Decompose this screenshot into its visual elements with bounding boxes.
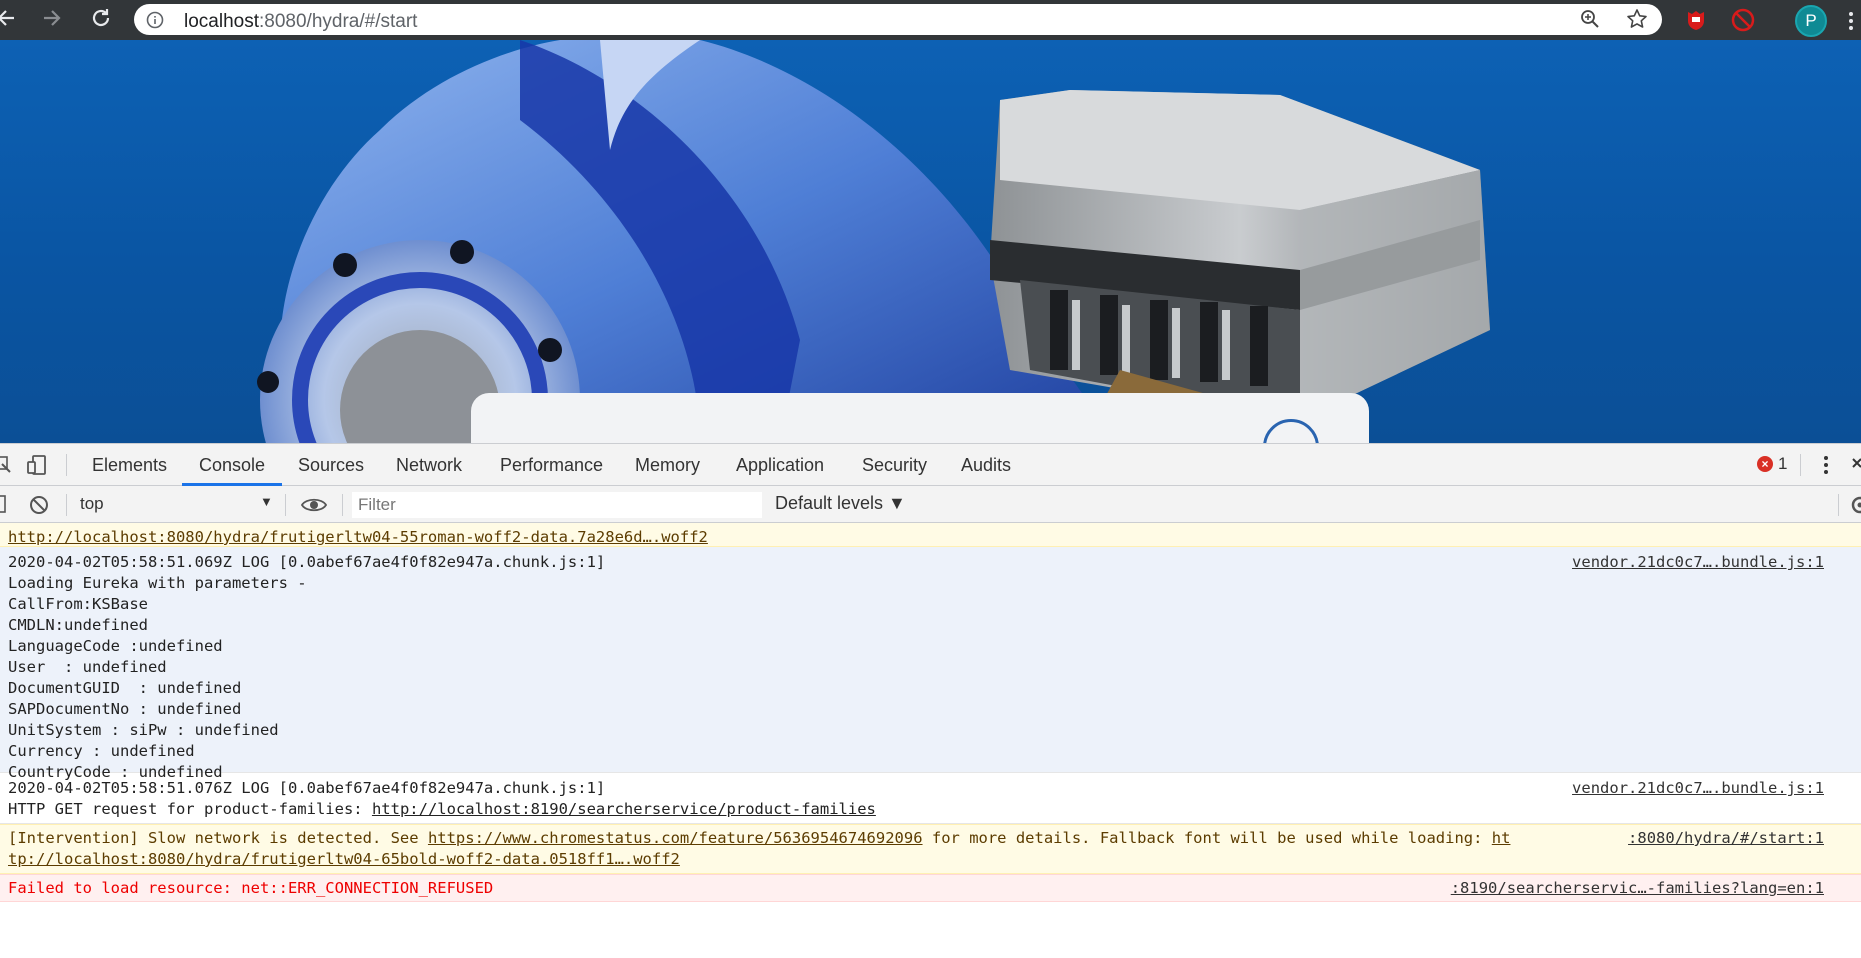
warning-middle: for more details. Fallback font will be … (922, 829, 1492, 847)
tab-elements[interactable]: Elements (92, 444, 167, 486)
error-count-badge[interactable]: × 1 (1757, 454, 1787, 474)
error-text: Failed to load resource: net::ERR_CONNEC… (8, 879, 494, 897)
toolbar-divider (285, 494, 286, 516)
clear-console-icon[interactable] (29, 495, 49, 520)
hero-image (257, 40, 1490, 443)
toolbar-divider (1838, 494, 1839, 516)
devtools-panel: Elements Console Sources Network Perform… (0, 443, 1861, 958)
log-timestamp: 2020-04-02T05:58:51.069Z LOG [0.0abef67a… (8, 553, 606, 571)
log-text: HTTP GET request for product-families: (8, 800, 372, 818)
web-page-hero (0, 40, 1861, 443)
console-settings-icon[interactable] (1848, 495, 1861, 520)
product-families-link[interactable]: http://localhost:8190/searcherservice/pr… (372, 800, 876, 818)
device-toolbar-icon[interactable] (26, 454, 48, 481)
font-url-link[interactable]: http://localhost:8080/hydra/frutigerltw0… (8, 528, 708, 546)
back-icon (0, 7, 17, 34)
warning-source-link[interactable]: :8080/hydra/#/start:1 (1628, 829, 1824, 847)
page-content-card (471, 393, 1369, 443)
log-line: SAPDocumentNo : undefined (8, 700, 242, 718)
error-source-link[interactable]: :8190/searcherservic…-families?lang=en:1 (1451, 879, 1824, 897)
console-message-log: 2020-04-02T05:58:51.076Z LOG [0.0abef67a… (0, 773, 1861, 824)
toolbar-divider (342, 494, 343, 516)
error-count: 1 (1778, 454, 1788, 473)
shield-extension-icon[interactable] (1684, 8, 1708, 37)
filter-input[interactable] (352, 492, 762, 518)
block-extension-icon[interactable] (1731, 8, 1755, 37)
tab-network[interactable]: Network (396, 444, 462, 486)
profile-avatar[interactable]: P (1795, 5, 1827, 37)
log-line: DocumentGUID : undefined (8, 679, 242, 697)
log-line: Currency : undefined (8, 742, 195, 760)
star-icon[interactable] (1626, 8, 1648, 35)
tab-audits[interactable]: Audits (961, 444, 1011, 486)
browser-toolbar: localhost:8080/hydra/#/start P (0, 0, 1861, 40)
log-line: User : undefined (8, 658, 167, 676)
eye-icon[interactable] (300, 496, 328, 519)
context-select[interactable]: top (80, 494, 104, 514)
log-line: CallFrom:KSBase (8, 595, 148, 613)
warning-text: [Intervention] Slow network is detected.… (8, 829, 1510, 847)
fallback-font-link[interactable]: ht (1492, 829, 1511, 847)
url-host: localhost (184, 11, 259, 32)
chromestatus-link[interactable]: https://www.chromestatus.com/feature/563… (428, 829, 923, 847)
console-toolbar: top ▼ Default levels ▼ (0, 486, 1861, 523)
loading-spinner (1263, 419, 1319, 443)
tab-security[interactable]: Security (862, 444, 927, 486)
tab-memory[interactable]: Memory (635, 444, 700, 486)
error-icon: × (1757, 456, 1773, 472)
chevron-down-icon[interactable]: ▼ (260, 494, 273, 509)
devtools-tab-bar: Elements Console Sources Network Perform… (0, 444, 1861, 486)
console-messages: ht tp://localhost:8080/hydra/frutigerltw0… (0, 523, 1861, 958)
console-message-error: Failed to load resource: net::ERR_CONNEC… (0, 874, 1861, 902)
forward-button[interactable] (38, 6, 66, 34)
reload-button[interactable] (87, 6, 115, 34)
chrome-menu-icon[interactable] (1846, 10, 1856, 37)
back-button[interactable] (0, 6, 20, 34)
toolbar-divider (1800, 454, 1801, 476)
tab-application[interactable]: Application (736, 444, 824, 486)
tab-sources[interactable]: Sources (298, 444, 364, 486)
toolbar-divider (66, 454, 67, 476)
reload-icon (90, 7, 112, 34)
log-source-link[interactable]: vendor.21dc0c7….bundle.js:1 (1572, 553, 1824, 571)
fallback-font-link-cont[interactable]: tp://localhost:8080/hydra/frutigerltw04-… (8, 850, 680, 868)
sidebar-toggle-icon[interactable] (0, 495, 6, 518)
avatar-initial: P (1805, 11, 1817, 30)
log-line: HTTP GET request for product-families: h… (8, 800, 876, 818)
zoom-icon[interactable] (1580, 9, 1600, 34)
log-line: CMDLN:undefined (8, 616, 148, 634)
info-icon[interactable] (146, 11, 164, 34)
log-line: LanguageCode :undefined (8, 637, 223, 655)
tab-console[interactable]: Console (199, 444, 265, 486)
forward-icon (41, 7, 63, 34)
console-message-log: 2020-04-02T05:58:51.069Z LOG [0.0abef67a… (0, 547, 1861, 781)
toolbar-divider (66, 494, 67, 516)
console-message-warning: [Intervention] Slow network is detected.… (0, 824, 1861, 874)
address-bar[interactable]: localhost:8080/hydra/#/start (134, 4, 1662, 35)
log-line: UnitSystem : siPw : undefined (8, 721, 279, 739)
url-text[interactable]: localhost:8080/hydra/#/start (184, 11, 417, 33)
log-source-link[interactable]: vendor.21dc0c7….bundle.js:1 (1572, 779, 1824, 797)
tab-performance[interactable]: Performance (500, 444, 603, 486)
console-message-warning: http://localhost:8080/hydra/frutigerltw0… (0, 523, 1861, 547)
url-path: :8080/hydra/#/start (259, 11, 418, 32)
warning-prefix: [Intervention] Slow network is detected.… (8, 829, 428, 847)
default-levels-dropdown[interactable]: Default levels ▼ (775, 493, 906, 514)
close-devtools-icon[interactable] (1852, 455, 1861, 480)
devtools-menu-icon[interactable] (1822, 455, 1830, 480)
log-line: Loading Eureka with parameters - (8, 574, 307, 592)
log-timestamp: 2020-04-02T05:58:51.076Z LOG [0.0abef67a… (8, 779, 606, 797)
inspect-element-icon[interactable] (0, 456, 12, 479)
